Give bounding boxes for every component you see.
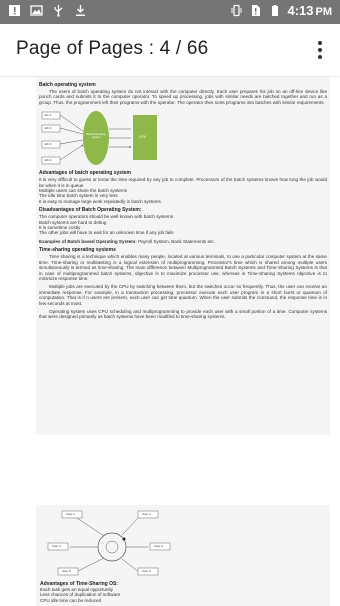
- batch-os-label: Batch Operating system: [86, 133, 106, 140]
- alert-icon: [9, 5, 20, 16]
- page-counter-title: Page of Pages : 4 / 66: [16, 38, 209, 59]
- job-label-4: Job 4: [44, 158, 52, 163]
- job-label-3: Job 3: [44, 142, 52, 147]
- paragraph-time-sharing-2: Multiple jobs are executed by the CPU by…: [39, 284, 327, 306]
- status-bar-notifications: [8, 4, 87, 17]
- job-label-2: Job 2: [44, 126, 52, 131]
- heading-disadv-batch: Disadvantages of Batch Operating System:: [39, 207, 142, 214]
- document-viewer[interactable]: Batch operating system The users of batc…: [0, 77, 340, 606]
- user-label-3: User 3: [52, 544, 61, 548]
- document-page-next: User 1 User 2 User 3 User 4 User 5 User …: [36, 505, 330, 606]
- examples-value: Payroll System, Bank Statements etc.: [138, 238, 215, 244]
- user-label-5: User 5: [62, 569, 71, 573]
- heading-adv-batch: Advantages of batch operating system: [39, 170, 131, 177]
- adv-ts-item: CPU idle time can be reduced: [40, 597, 102, 603]
- cpu-label: CPU: [139, 135, 147, 140]
- battery-icon: [272, 5, 279, 16]
- paragraph-time-sharing-3: Operating system uses CPU scheduling and…: [39, 308, 327, 320]
- download-icon: [76, 5, 85, 16]
- adv-batch-item: It is very difficult to guess or know th…: [39, 177, 327, 188]
- disadv-batch-item: The other jobs will have to wait for an …: [39, 230, 174, 236]
- overflow-menu-icon[interactable]: [310, 38, 330, 62]
- examples-line: Examples of Batch based Operating System…: [39, 239, 327, 244]
- usb-icon: [54, 5, 63, 17]
- document-page: Batch operating system The users of batc…: [36, 77, 330, 435]
- status-bar: 4:13 PM: [0, 0, 340, 24]
- status-bar-system: 4:13 PM: [230, 3, 332, 18]
- user-label-4: User 4: [154, 544, 163, 548]
- image-icon: [30, 5, 43, 16]
- time-sharing-diagram: User 1 User 2 User 3 User 4 User 5 User …: [40, 509, 190, 577]
- vibrate-icon: [231, 4, 242, 17]
- user-label-1: User 1: [66, 512, 75, 516]
- no-sim-icon: [252, 5, 261, 16]
- user-label-6: User 6: [142, 569, 151, 573]
- heading-batch: Batch operating system: [39, 82, 96, 88]
- examples-label: Examples of Batch based Operating System…: [39, 238, 137, 244]
- adv-batch-item: It is easy to manage large work repeated…: [39, 198, 161, 204]
- paragraph-time-sharing-1: Time sharing is a technique which enable…: [39, 254, 327, 281]
- app-bar: Page of Pages : 4 / 66: [0, 24, 340, 76]
- user-label-2: User 2: [142, 512, 151, 516]
- paragraph-batch: The users of batch operating system do n…: [39, 89, 327, 105]
- status-time: 4:13 PM: [287, 3, 332, 18]
- adv-time-sharing-section: Advantages of Time-Sharing OS: Each task…: [40, 581, 120, 603]
- batch-system-diagram: Job 1 Job 2 Job 3 Job 4 Batch Operating …: [39, 109, 189, 167]
- job-label-1: Job 1: [44, 113, 52, 118]
- heading-time-sharing: Time-sharing operating systems: [39, 247, 116, 254]
